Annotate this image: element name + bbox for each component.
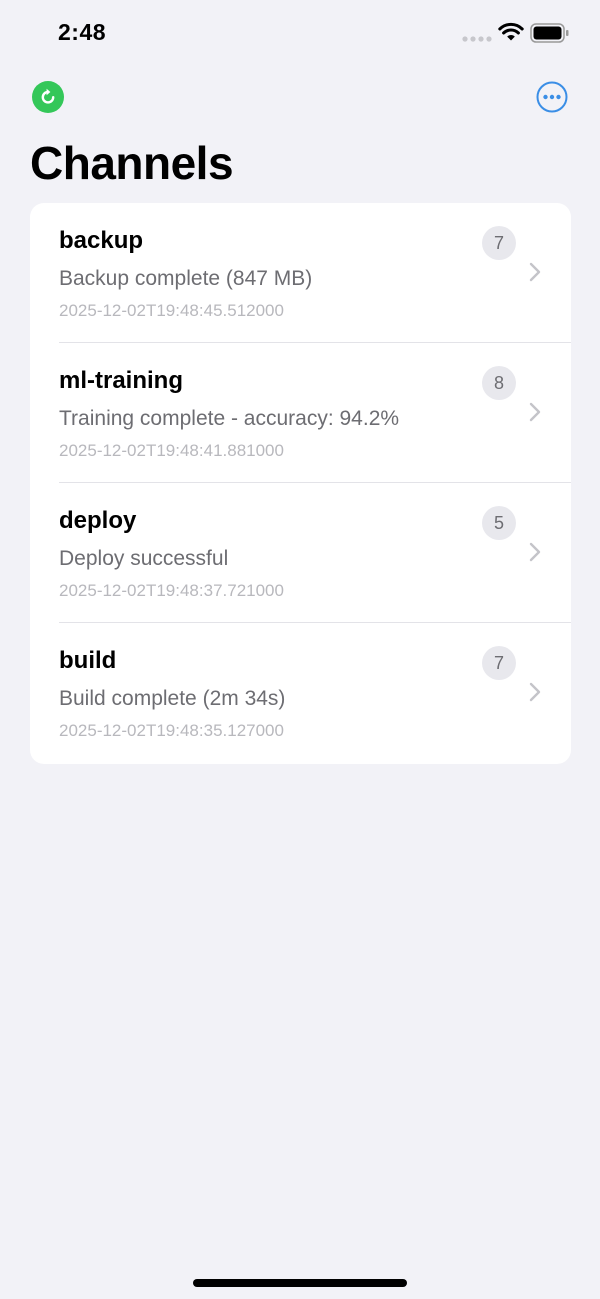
channel-row-backup[interactable]: backup Backup complete (847 MB) 2025-12-…	[30, 203, 571, 343]
chevron-right-icon	[529, 682, 541, 702]
more-options-button[interactable]	[535, 80, 569, 114]
channel-row-deploy[interactable]: deploy Deploy successful 2025-12-02T19:4…	[30, 483, 571, 623]
channel-last-message: Backup complete (847 MB)	[59, 267, 313, 290]
channel-last-message: Deploy successful	[59, 547, 229, 570]
chevron-right-icon	[529, 262, 541, 282]
chevron-right-icon	[529, 542, 541, 562]
page-title: Channels	[30, 137, 234, 189]
channel-name: backup	[59, 227, 144, 254]
battery-icon	[530, 23, 569, 43]
message-count-badge: 8	[482, 366, 516, 400]
message-count-badge: 7	[482, 226, 516, 260]
refresh-button[interactable]	[32, 81, 64, 113]
channel-list: backup Backup complete (847 MB) 2025-12-…	[30, 203, 571, 764]
chevron-right-icon	[529, 402, 541, 422]
message-count-badge: 5	[482, 506, 516, 540]
channel-timestamp: 2025-12-02T19:48:35.127000	[59, 721, 284, 740]
status-time: 2:48	[58, 19, 107, 45]
refresh-icon	[41, 88, 55, 104]
signal-icon	[462, 36, 492, 42]
channel-timestamp: 2025-12-02T19:48:45.512000	[59, 301, 284, 320]
channel-last-message: Build complete (2m 34s)	[59, 687, 286, 710]
status-bar: 2:48	[0, 0, 600, 66]
channel-timestamp: 2025-12-02T19:48:37.721000	[59, 581, 284, 600]
channel-row-build[interactable]: build Build complete (2m 34s) 2025-12-02…	[30, 623, 571, 763]
channel-row-ml-training[interactable]: ml-training Training complete - accuracy…	[30, 343, 571, 483]
message-count-badge: 7	[482, 646, 516, 680]
wifi-icon	[498, 22, 524, 41]
channel-timestamp: 2025-12-02T19:48:41.881000	[59, 441, 284, 460]
ellipsis-circle-icon	[536, 81, 568, 113]
channel-name: build	[59, 647, 117, 674]
channel-name: deploy	[59, 507, 137, 534]
channel-name: ml-training	[59, 367, 183, 394]
channel-last-message: Training complete - accuracy: 94.2%	[59, 407, 400, 430]
home-indicator[interactable]	[193, 1279, 407, 1287]
